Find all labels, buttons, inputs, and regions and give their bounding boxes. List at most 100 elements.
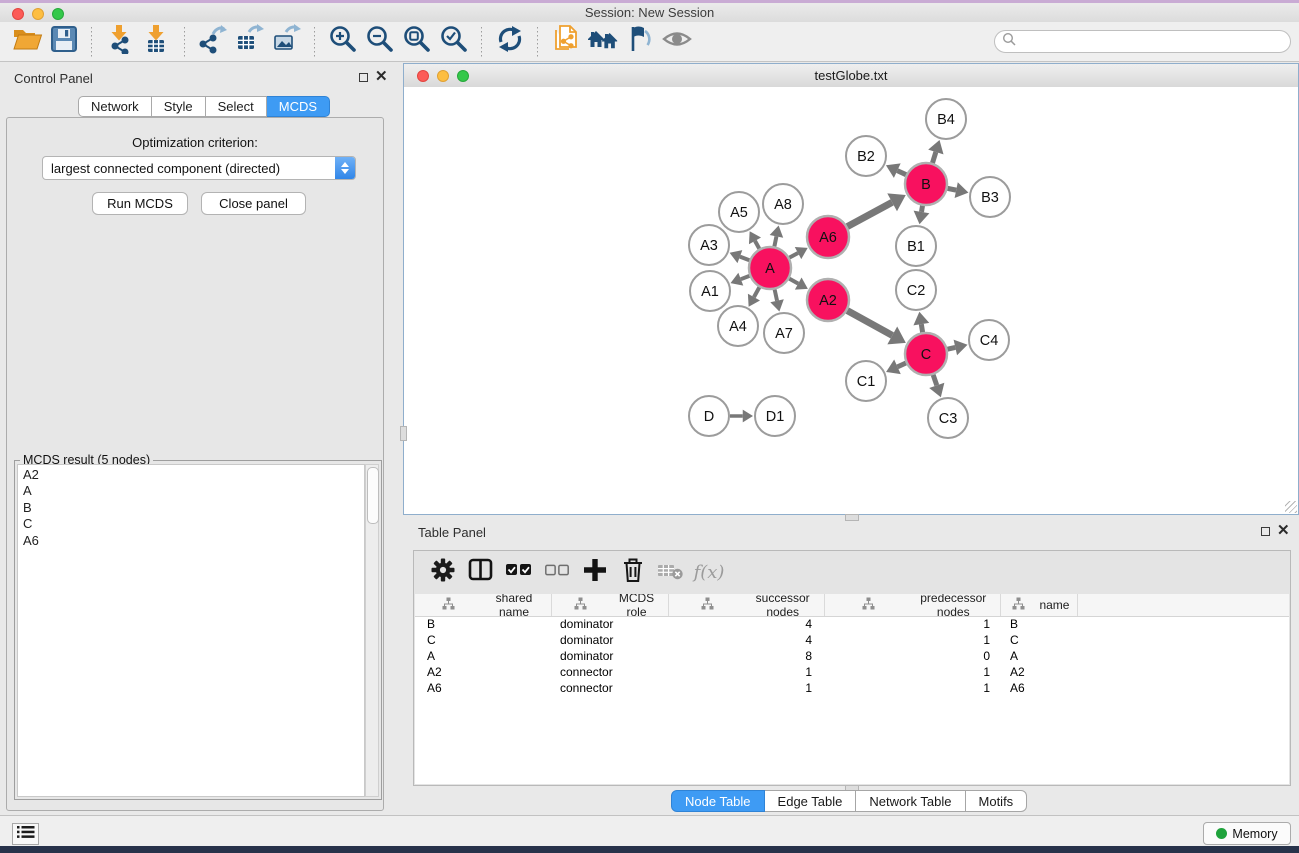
edge-A6-B[interactable] — [847, 193, 905, 226]
close-panel-icon[interactable]: ✕ — [375, 72, 388, 81]
tab-select[interactable]: Select — [206, 96, 267, 117]
tab-mcds[interactable]: MCDS — [267, 96, 330, 117]
network-titlebar[interactable]: testGlobe.txt — [404, 64, 1298, 88]
column-header-shared-name[interactable]: shared name — [415, 594, 552, 616]
node-A[interactable]: A — [749, 247, 791, 289]
function-button[interactable]: f(x) — [690, 555, 728, 591]
node-B4[interactable]: B4 — [926, 99, 966, 139]
edge-C-C4[interactable] — [947, 340, 967, 356]
table-row[interactable]: Bdominator41B — [415, 617, 1289, 633]
node-A5[interactable]: A5 — [719, 192, 759, 232]
result-item[interactable]: A2 — [23, 467, 364, 483]
column-header-name[interactable]: name — [1001, 594, 1079, 616]
resize-grip-icon[interactable] — [1285, 501, 1297, 513]
node-A3[interactable]: A3 — [689, 225, 729, 265]
node-D[interactable]: D — [689, 396, 729, 436]
tab-style[interactable]: Style — [152, 96, 206, 117]
tab-edge-table[interactable]: Edge Table — [765, 790, 857, 812]
result-item[interactable]: A — [23, 483, 364, 499]
node-A7[interactable]: A7 — [764, 313, 804, 353]
delete-table-button[interactable] — [652, 555, 690, 591]
node-C3[interactable]: C3 — [928, 398, 968, 438]
edge-C-C1[interactable] — [886, 360, 906, 375]
save-session-button[interactable] — [45, 25, 82, 59]
edge-B-B4[interactable] — [928, 140, 943, 163]
edge-B-B3[interactable] — [948, 182, 969, 198]
zoom-in-button[interactable] — [324, 25, 361, 59]
edge-A2-C[interactable] — [847, 311, 906, 345]
node-C1[interactable]: C1 — [846, 361, 886, 401]
close-panel-button[interactable]: Close panel — [201, 192, 306, 215]
memory-button[interactable]: Memory — [1203, 822, 1291, 845]
edge-A-A4[interactable] — [748, 287, 760, 306]
edge-A-A7[interactable] — [770, 290, 783, 312]
column-header-successor-nodes[interactable]: successor nodes — [669, 594, 825, 616]
dropdown-stepper-icon[interactable] — [335, 157, 355, 179]
table-row[interactable]: Adominator80A — [415, 649, 1289, 665]
network-canvas[interactable]: AA1A2A3A4A5A6A7A8BB1B2B3B4CC1C2C3C4DD1 — [404, 87, 1298, 514]
edge-D-D1[interactable] — [730, 410, 753, 423]
node-A1[interactable]: A1 — [690, 271, 730, 311]
node-A6[interactable]: A6 — [807, 216, 849, 258]
table-row[interactable]: A2connector11A2 — [415, 665, 1289, 681]
node-B1[interactable]: B1 — [896, 226, 936, 266]
zoom-fit-button[interactable] — [398, 25, 435, 59]
table-row[interactable]: A6connector11A6 — [415, 681, 1289, 697]
result-item[interactable]: B — [23, 500, 364, 516]
hide-flags-button[interactable] — [621, 25, 658, 59]
eye-button[interactable] — [658, 25, 695, 59]
result-item[interactable]: C — [23, 516, 364, 532]
edge-A-A8[interactable] — [770, 226, 784, 247]
home-button[interactable] — [584, 25, 621, 59]
float-panel-icon[interactable] — [359, 73, 368, 82]
edge-A-A6[interactable] — [789, 247, 807, 259]
delete-row-button[interactable] — [614, 555, 652, 591]
column-header-MCDS-role[interactable]: MCDS role — [552, 594, 670, 616]
edge-B-B2[interactable] — [886, 163, 906, 177]
result-scrollbar-thumb[interactable] — [367, 467, 379, 524]
close-table-panel-icon[interactable]: ✕ — [1277, 526, 1290, 535]
open-file-button[interactable] — [8, 25, 45, 59]
result-scrollbar[interactable] — [365, 464, 379, 797]
result-item[interactable]: A6 — [23, 533, 364, 549]
zoom-selected-button[interactable] — [435, 25, 472, 59]
node-A8[interactable]: A8 — [763, 184, 803, 224]
edge-A-A1[interactable] — [731, 273, 750, 286]
tab-network-table[interactable]: Network Table — [856, 790, 965, 812]
tab-node-table[interactable]: Node Table — [671, 790, 765, 812]
refresh-button[interactable] — [491, 25, 528, 59]
task-history-button[interactable] — [12, 823, 39, 845]
node-B2[interactable]: B2 — [846, 136, 886, 176]
run-mcds-button[interactable]: Run MCDS — [92, 192, 188, 215]
edge-A-A2[interactable] — [789, 278, 808, 290]
edge-A-A5[interactable] — [749, 231, 761, 249]
float-table-panel-icon[interactable] — [1261, 527, 1270, 536]
tab-motifs[interactable]: Motifs — [966, 790, 1028, 812]
horizontal-splitter-handle[interactable] — [845, 514, 859, 521]
column-header-predecessor-nodes[interactable]: predecessor nodes — [825, 594, 1001, 616]
node-C[interactable]: C — [905, 333, 947, 375]
select-all-button[interactable] — [500, 555, 538, 591]
add-row-button[interactable] — [576, 555, 614, 591]
node-B[interactable]: B — [905, 163, 947, 205]
edge-B-B1[interactable] — [914, 206, 930, 225]
search-input[interactable] — [1017, 34, 1290, 50]
column-settings-button[interactable] — [462, 555, 500, 591]
edge-C-C2[interactable] — [913, 312, 929, 333]
edge-A-A3[interactable] — [730, 250, 750, 263]
export-network-button[interactable] — [194, 25, 231, 59]
network-document-button[interactable] — [547, 25, 584, 59]
export-table-button[interactable] — [231, 25, 268, 59]
import-table-button[interactable] — [138, 25, 175, 59]
mcds-result-list[interactable]: A2ABCA6 — [17, 464, 365, 797]
deselect-all-button[interactable] — [538, 555, 576, 591]
export-image-button[interactable] — [268, 25, 305, 59]
table-row[interactable]: Cdominator41C — [415, 633, 1289, 649]
vertical-splitter-handle[interactable] — [400, 426, 407, 441]
search-box[interactable] — [994, 30, 1291, 53]
node-A2[interactable]: A2 — [807, 279, 849, 321]
node-D1[interactable]: D1 — [755, 396, 795, 436]
edge-C-C3[interactable] — [929, 375, 944, 397]
network-graph[interactable]: AA1A2A3A4A5A6A7A8BB1B2B3B4CC1C2C3C4DD1 — [404, 87, 1297, 514]
optimization-criterion-dropdown[interactable]: largest connected component (directed) — [42, 156, 356, 180]
